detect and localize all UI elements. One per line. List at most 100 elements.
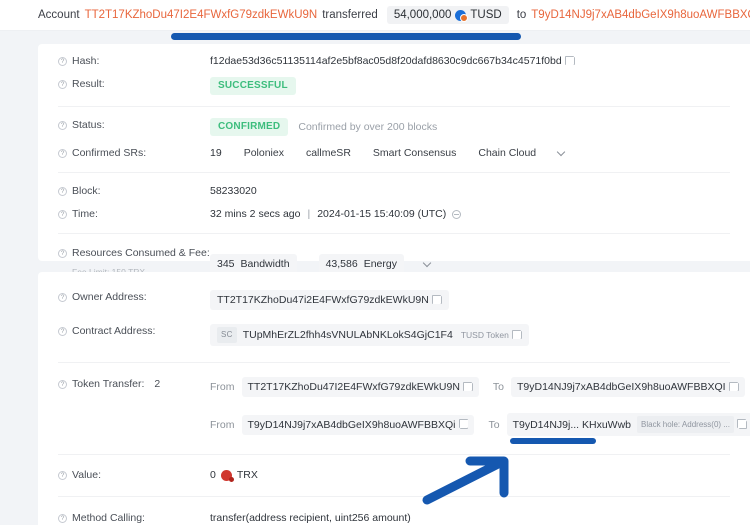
trx-token-icon xyxy=(220,469,234,482)
help-icon[interactable]: ? xyxy=(58,148,67,158)
help-icon[interactable]: ? xyxy=(58,79,67,89)
bandwidth-label: Bandwidth xyxy=(240,258,290,270)
owner-address-label: Owner Address: xyxy=(72,291,147,303)
transaction-detail-page: Account TT2T17KZhoDu47I2E4FWxfG79zdkEWkU… xyxy=(0,0,750,525)
transfer-to-address-text: T9yD14NJ9j7xAB4dbGeIX9h8uoAWFBBXQI xyxy=(517,381,726,393)
row-owner-address: ? Owner Address: TT2T17KZhoDu47i2E4FWxfG… xyxy=(38,272,750,310)
transfer-to-address[interactable]: T9yD14NJ9j7xAB4dbGeIX9h8uoAWFBBXQI xyxy=(511,377,745,397)
contract-token-tag: TUSD Token xyxy=(460,330,509,340)
bandwidth-value: 345 xyxy=(217,258,235,270)
time-label: Time: xyxy=(72,208,98,220)
summary-to-address-link[interactable]: T9yD14NJ9j7xAB4dbGeIX9h8uoAWFBBXQI xyxy=(531,9,750,21)
help-icon[interactable]: ? xyxy=(58,248,67,258)
confirmed-srs-count: 19 xyxy=(210,147,222,159)
transfer-from-label: From xyxy=(210,418,235,431)
help-icon[interactable]: ? xyxy=(58,326,67,336)
transaction-summary-banner: Account TT2T17KZhoDu47I2E4FWxfG79zdkEWkU… xyxy=(0,0,750,31)
time-absolute: 2024-01-15 15:40:09 (UTC) xyxy=(317,208,447,220)
row-contract-address: ? Contract Address: SC TUpMhErZL2fhh4sVN… xyxy=(38,310,750,362)
bandwidth-chip: 345 Bandwidth xyxy=(210,254,297,274)
transfer-from-address-text: TT2T17KZhoDu47I2E4FWxfG79zdkEWkU9N xyxy=(247,381,460,393)
energy-chip: 43,586 Energy xyxy=(318,254,404,274)
summary-amount-chip: 54,000,000 TUSD xyxy=(386,6,509,24)
status-label-group: ? Status: xyxy=(58,118,210,132)
copy-icon[interactable] xyxy=(729,381,739,391)
help-icon[interactable]: ? xyxy=(58,513,67,523)
method-calling-label: Method Calling: xyxy=(72,512,145,524)
sr-item-1[interactable]: callmeSR xyxy=(306,146,351,160)
value-label: Value: xyxy=(72,469,101,481)
resources-label: Resources Consumed & Fee: xyxy=(72,247,210,259)
owner-address-value-group: TT2T17KZhoDu47i2E4FWxfG79zdkEWkU9N xyxy=(210,290,750,310)
transfer-from-address[interactable]: TT2T17KZhoDu47I2E4FWxfG79zdkEWkU9N xyxy=(241,377,479,397)
status-badge: SUCCESSFUL xyxy=(210,77,296,95)
transfer-to-address[interactable]: T9yD14NJ9j... KHxuWwb Black hole: Addres… xyxy=(506,413,750,436)
copy-icon[interactable] xyxy=(458,419,469,429)
value-label-group: ? Value: xyxy=(58,468,210,482)
hash-label: Hash: xyxy=(72,55,100,67)
resources-value-group: 345 Bandwidth 43,586 Energy xyxy=(210,254,750,274)
confirmed-srs-label-group: ? Confirmed SRs: xyxy=(58,146,210,160)
transfer-from-address[interactable]: T9yD14NJ9j7xAB4dbGeIX9h8uoAWFBBXQi xyxy=(241,414,475,435)
trx-value: 0 xyxy=(210,469,216,481)
help-icon[interactable]: ? xyxy=(58,186,67,196)
value-value-group: 0 TRX xyxy=(210,468,750,482)
confirmed-srs-label: Confirmed SRs: xyxy=(72,147,147,159)
result-label-group: ? Result: xyxy=(58,77,210,91)
contract-address-value-group: SC TUpMhErZL2fhh4sVNULAbNKLokS4GjC1F4 TU… xyxy=(210,324,750,346)
result-value-group: SUCCESSFUL xyxy=(210,77,750,95)
help-icon[interactable]: ? xyxy=(58,470,67,480)
black-hole-tag: Black hole: Address(0) ... xyxy=(637,416,734,433)
hash-value: f12dae53d36c51135114af2e5bf8ac05d8f20daf… xyxy=(210,55,562,67)
transfer-to-address-text: T9yD14NJ9j... KHxuWwb xyxy=(512,418,632,431)
row-method-calling: ? Method Calling: transfer(address recip… xyxy=(38,497,750,525)
sr-item-2[interactable]: Smart Consensus xyxy=(373,146,456,160)
block-label: Block: xyxy=(72,185,101,197)
row-confirmed-srs: ? Confirmed SRs: 19 Poloniex callmeSR Sm… xyxy=(38,136,750,172)
sr-item-3[interactable]: Chain Cloud xyxy=(478,146,536,160)
token-transfer-count: 2 xyxy=(154,378,161,390)
copy-icon[interactable] xyxy=(565,55,575,65)
method-calling-value: transfer(address recipient, uint256 amou… xyxy=(210,512,411,524)
hash-value-group: f12dae53d36c51135114af2e5bf8ac05d8f20daf… xyxy=(210,54,750,68)
token-transfer-label-group: ? Token Transfer: 2 xyxy=(58,377,210,391)
contract-address-label-group: ? Contract Address: xyxy=(58,324,210,338)
copy-icon[interactable] xyxy=(512,329,522,339)
sr-item-0[interactable]: Poloniex xyxy=(244,146,284,160)
help-icon[interactable]: ? xyxy=(58,209,67,219)
contract-address-chip[interactable]: SC TUpMhErZL2fhh4sVNULAbNKLokS4GjC1F4 TU… xyxy=(210,324,529,346)
energy-label: Energy xyxy=(363,258,397,270)
time-label-group: ? Time: xyxy=(58,207,210,221)
transaction-detail-card: ? Hash: f12dae53d36c51135114af2e5bf8ac05… xyxy=(38,44,750,277)
summary-from-address-link[interactable]: TT2T17KZhoDu47I2E4FWxfG79zdkEWkU9N xyxy=(85,9,318,21)
method-calling-value-group: transfer(address recipient, uint256 amou… xyxy=(210,511,750,525)
chevron-down-icon[interactable] xyxy=(556,147,566,156)
contract-address-label: Contract Address: xyxy=(72,325,156,337)
block-label-group: ? Block: xyxy=(58,184,210,198)
clock-icon[interactable] xyxy=(452,209,462,219)
summary-to-word: to xyxy=(516,9,527,21)
chevron-down-icon[interactable] xyxy=(422,258,432,267)
transfer-from-label: From xyxy=(210,381,235,393)
tusd-token-icon xyxy=(455,9,469,22)
row-result: ? Result: SUCCESSFUL xyxy=(38,68,750,106)
overview-panel: ? Owner Address: TT2T17KZhoDu47i2E4FWxfG… xyxy=(38,272,750,525)
owner-address-value: TT2T17KZhoDu47i2E4FWxfG79zdkEWkU9N xyxy=(217,294,429,306)
status-note: Confirmed by over 200 blocks xyxy=(298,121,438,133)
help-icon[interactable]: ? xyxy=(58,56,67,66)
copy-icon[interactable] xyxy=(463,381,473,391)
time-separator: | xyxy=(307,208,311,220)
owner-address-chip[interactable]: TT2T17KZhoDu47i2E4FWxfG79zdkEWkU9N xyxy=(210,290,449,310)
contract-address-value: TUpMhErZL2fhh4sVNULAbNKLokS4GjC1F4 xyxy=(242,329,453,341)
row-token-transfer: ? Token Transfer: 2 From TT2T17KZhoDu47I… xyxy=(38,363,750,436)
copy-icon[interactable] xyxy=(737,419,747,429)
row-time: ? Time: 32 mins 2 secs ago | 2024-01-15 … xyxy=(38,198,750,233)
summary-amount: 54,000,000 xyxy=(393,9,452,21)
row-hash: ? Hash: f12dae53d36c51135114af2e5bf8ac05… xyxy=(38,44,750,68)
help-icon[interactable]: ? xyxy=(58,379,67,389)
copy-icon[interactable] xyxy=(432,294,442,304)
help-icon[interactable]: ? xyxy=(58,292,67,302)
time-value-group: 32 mins 2 secs ago | 2024-01-15 15:40:09… xyxy=(210,207,750,221)
help-icon[interactable]: ? xyxy=(58,120,67,130)
block-value[interactable]: 58233020 xyxy=(210,184,257,198)
